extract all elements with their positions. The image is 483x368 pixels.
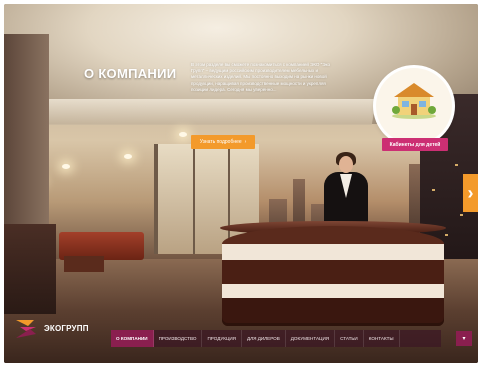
ceiling-light-icon [62, 164, 70, 169]
brand-name: ЭКОГРУПП [44, 323, 89, 333]
logo-mark-icon [16, 320, 36, 338]
main-nav: О КОМПАНИИ ПРОИЗВОДСТВО ПРОДУКЦИЯ ДЛЯ ДИ… [111, 330, 441, 347]
ceiling-light-icon [124, 154, 132, 159]
receptionist-head [339, 156, 353, 173]
chevron-right-icon: › [244, 139, 247, 145]
promo-card-image[interactable] [376, 68, 452, 144]
nav-item-articles[interactable]: СТАТЬИ [335, 330, 364, 347]
brand-logo[interactable]: ЭКОГРУПП [14, 316, 89, 340]
nav-item-production[interactable]: ПРОИЗВОДСТВО [154, 330, 203, 347]
chevron-right-icon: › [467, 182, 474, 203]
nav-item-about[interactable]: О КОМПАНИИ [111, 330, 154, 347]
more-button-label: Узнать подробнее [199, 139, 242, 145]
hero-banner: О КОМПАНИИ В этом разделе вы сможете поз… [4, 4, 478, 363]
reception-desk [222, 226, 444, 326]
nav-more-button[interactable]: ▾ [456, 331, 472, 346]
chevron-down-icon: ▾ [462, 336, 466, 342]
nav-item-products[interactable]: ПРОДУКЦИЯ [202, 330, 242, 347]
nav-item-dealers[interactable]: ДЛЯ ДИЛЕРОВ [242, 330, 286, 347]
more-button[interactable]: Узнать подробнее › [191, 135, 255, 149]
scene-ceiling-beam [41, 99, 377, 125]
promo-badge[interactable]: Кабинеты для детей [382, 138, 448, 151]
nav-item-contacts[interactable]: КОНТАКТЫ [364, 330, 400, 347]
carousel-next-button[interactable]: › [463, 174, 478, 212]
intro-text: В этом разделе вы сможете познакомиться … [191, 62, 331, 92]
page-title: О КОМПАНИИ [84, 66, 177, 81]
house-illustration-icon [392, 83, 436, 119]
nav-item-documentation[interactable]: ДОКУМЕНТАЦИЯ [286, 330, 336, 347]
scene-table [64, 256, 104, 272]
scene-shelf [4, 224, 56, 314]
ceiling-light-icon [179, 132, 187, 137]
